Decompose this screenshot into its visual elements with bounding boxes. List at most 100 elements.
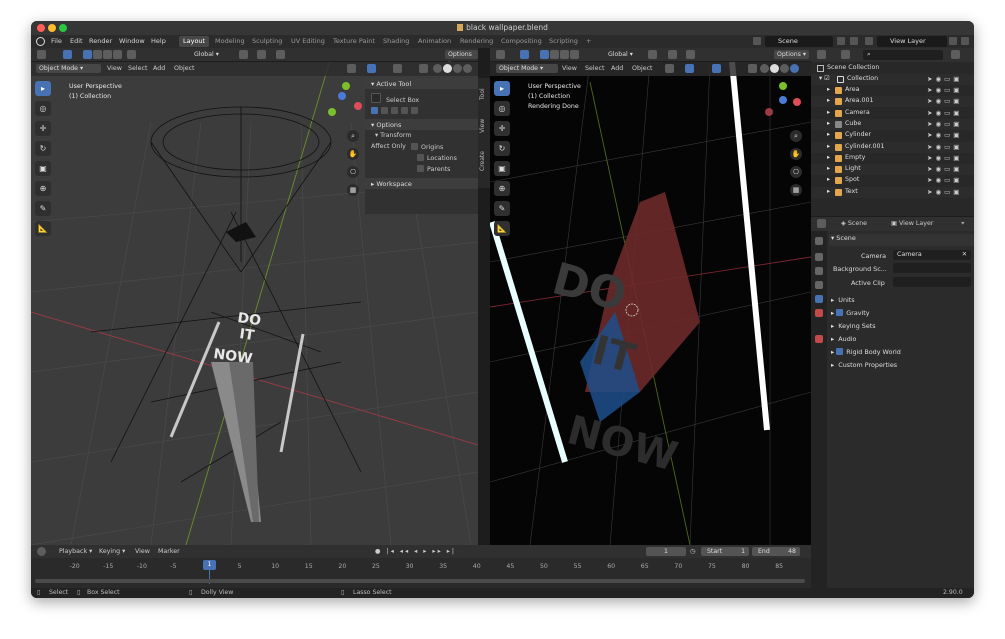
properties-editor-icon[interactable]	[817, 219, 826, 228]
rigid-body-checkbox[interactable]	[836, 348, 844, 355]
workspace-tab-rendering[interactable]: Rendering	[456, 36, 497, 47]
visibility-toggles[interactable]: ➤◉▭▣	[927, 120, 962, 128]
select-box-tool[interactable]: ▸	[35, 81, 51, 96]
transform-tool-right[interactable]: ⊕	[494, 181, 510, 196]
editor-type-icon-right[interactable]	[496, 50, 505, 59]
navigation-gizmo-left[interactable]	[326, 82, 366, 122]
workspace-tab-sculpting[interactable]: Sculpting	[248, 36, 286, 47]
visibility-icon-left[interactable]	[347, 64, 356, 73]
workspace-tab-shading[interactable]: Shading	[379, 36, 413, 47]
world-tab-icon[interactable]	[815, 309, 823, 317]
zoom-icon-right[interactable]: ⌕	[790, 130, 802, 142]
custom-properties-section[interactable]: ▸ Custom Properties	[831, 361, 897, 369]
clear-camera-icon[interactable]: ✕	[962, 251, 967, 258]
remove-view-layer-icon[interactable]	[961, 37, 969, 45]
active-tool-header[interactable]: ▾ Active Tool	[365, 78, 478, 89]
timeline-editor-icon[interactable]	[37, 547, 46, 556]
proportional-edit-icon[interactable]	[276, 50, 285, 59]
pivot-icon-right[interactable]	[648, 50, 657, 59]
start-frame-field[interactable]: Start 1	[701, 547, 749, 556]
current-frame-field[interactable]: 1	[646, 547, 686, 556]
rotate-tool[interactable]: ↻	[35, 141, 51, 156]
camera-view-icon-right[interactable]: ⎔	[790, 166, 802, 178]
playback-controls[interactable]: ● |◂ ◂◂ ◂ ▸ ▸▸ ▸|	[375, 548, 456, 555]
transform-tool[interactable]: ⊕	[35, 181, 51, 196]
mode-set-icon[interactable]	[371, 107, 378, 114]
mode-new-icon[interactable]	[83, 50, 92, 59]
view-menu-right[interactable]: View	[562, 65, 577, 72]
gizmo-toggle-right[interactable]	[685, 64, 694, 73]
clock-icon[interactable]: ◷	[690, 548, 696, 555]
add-menu-right[interactable]: Add	[611, 65, 623, 72]
playhead-frame[interactable]: 1	[203, 560, 216, 570]
background-scene-field[interactable]	[893, 263, 971, 273]
scene-selector[interactable]: Scene	[765, 36, 833, 47]
mode-extend-icon-right[interactable]	[550, 50, 559, 59]
workspace-tab-scripting[interactable]: Scripting	[545, 36, 582, 47]
select-menu-right[interactable]: Select	[585, 65, 604, 72]
gizmo-neg-axis-right[interactable]	[779, 96, 787, 104]
mode-new-icon-right[interactable]	[540, 50, 549, 59]
select-menu-left[interactable]: Select	[128, 65, 147, 72]
mode-invert-small-icon[interactable]	[401, 107, 408, 114]
gizmo-neg-axis[interactable]	[338, 92, 346, 100]
rigid-body-world-section[interactable]: ▸ Rigid Body World	[831, 348, 901, 356]
mode-selector-right[interactable]: Object Mode ▾	[496, 64, 558, 73]
tab-create[interactable]: Create	[479, 144, 489, 178]
properties-view-layer-label[interactable]: ▣ View Layer	[891, 220, 933, 227]
render-tab-icon[interactable]	[815, 253, 823, 261]
solid-shading-icon[interactable]	[443, 64, 452, 73]
workspace-tab-compositing[interactable]: Compositing	[497, 36, 546, 47]
measure-tool-right[interactable]: 📐	[494, 221, 510, 236]
mode-invert-icon[interactable]	[127, 50, 136, 59]
options-dropdown-right[interactable]: Options ▾	[774, 50, 809, 59]
cursor-tool-right[interactable]: ◎	[494, 101, 510, 116]
measure-tool[interactable]: 📐	[35, 221, 51, 236]
rotate-tool-right[interactable]: ↻	[494, 141, 510, 156]
cursor-tool[interactable]: ◎	[35, 101, 51, 116]
output-tab-icon[interactable]	[815, 267, 823, 275]
timeline-scrollbar[interactable]	[35, 579, 805, 583]
outliner-item-text[interactable]: ▸ Text ➤◉▭▣	[811, 186, 974, 198]
menu-edit[interactable]: Edit	[70, 37, 83, 45]
view-layer-tab-icon[interactable]	[815, 281, 823, 289]
mode-selector-left[interactable]: Object Mode ▾	[36, 64, 101, 73]
keying-sets-section[interactable]: ▸ Keying Sets	[831, 322, 876, 330]
workspace-tab-animation[interactable]: Animation	[414, 36, 455, 47]
visibility-icon-right[interactable]	[665, 64, 674, 73]
blender-logo-icon[interactable]	[36, 37, 45, 46]
mode-subtract-small-icon[interactable]	[391, 107, 398, 114]
editor-type-icon[interactable]	[37, 50, 46, 59]
add-menu-left[interactable]: Add	[153, 65, 165, 72]
menu-render[interactable]: Render	[89, 37, 112, 45]
gizmo-y-axis[interactable]	[328, 108, 336, 116]
outliner-item-light[interactable]: ▸ Light ➤◉▭▣	[811, 164, 974, 176]
orientation-dropdown[interactable]: Global ▾	[191, 50, 235, 59]
gravity-section[interactable]: ▸ Gravity	[831, 309, 870, 317]
right-3d-viewport-rendered[interactable]: DO IT NOW User Perspective (1) Collectio…	[490, 62, 811, 545]
gizmo-toggle-left[interactable]	[367, 64, 376, 73]
outliner-item-cube[interactable]: ▸ Cube ➤◉▭▣	[811, 118, 974, 130]
visibility-toggles[interactable]: ➤◉▭▣	[927, 109, 962, 117]
gizmo-x-axis-right[interactable]	[793, 98, 801, 106]
material-shading-icon-right[interactable]	[780, 64, 789, 73]
transform-subheader[interactable]: ▾ Transform	[365, 130, 478, 141]
texture-tab-icon[interactable]	[815, 335, 823, 343]
move-tool[interactable]: ✛	[35, 121, 51, 136]
material-shading-icon[interactable]	[453, 64, 462, 73]
gizmo-x-axis[interactable]	[354, 102, 362, 110]
scale-tool-right[interactable]: ▣	[494, 161, 510, 176]
view-layer-selector[interactable]: View Layer	[877, 36, 947, 47]
visibility-toggles[interactable]: ➤◉▭▣	[927, 97, 962, 105]
workspace-tab-modeling[interactable]: Modeling	[211, 36, 249, 47]
overlay-toggle-left[interactable]	[393, 64, 402, 73]
workspace-tab-layout[interactable]: Layout	[179, 36, 210, 47]
view-menu-left[interactable]: View	[107, 65, 122, 72]
snap-icon-right[interactable]	[668, 50, 677, 59]
outliner-item-empty[interactable]: ▸ Empty ➤◉▭▣	[811, 153, 974, 164]
object-menu-left[interactable]: Object	[174, 65, 195, 72]
units-section[interactable]: ▸ Units	[831, 296, 855, 304]
mode-extend-icon[interactable]	[93, 50, 102, 59]
playback-menu[interactable]: Playback ▾	[59, 548, 92, 555]
pin-icon[interactable]: ⌖	[961, 220, 965, 228]
